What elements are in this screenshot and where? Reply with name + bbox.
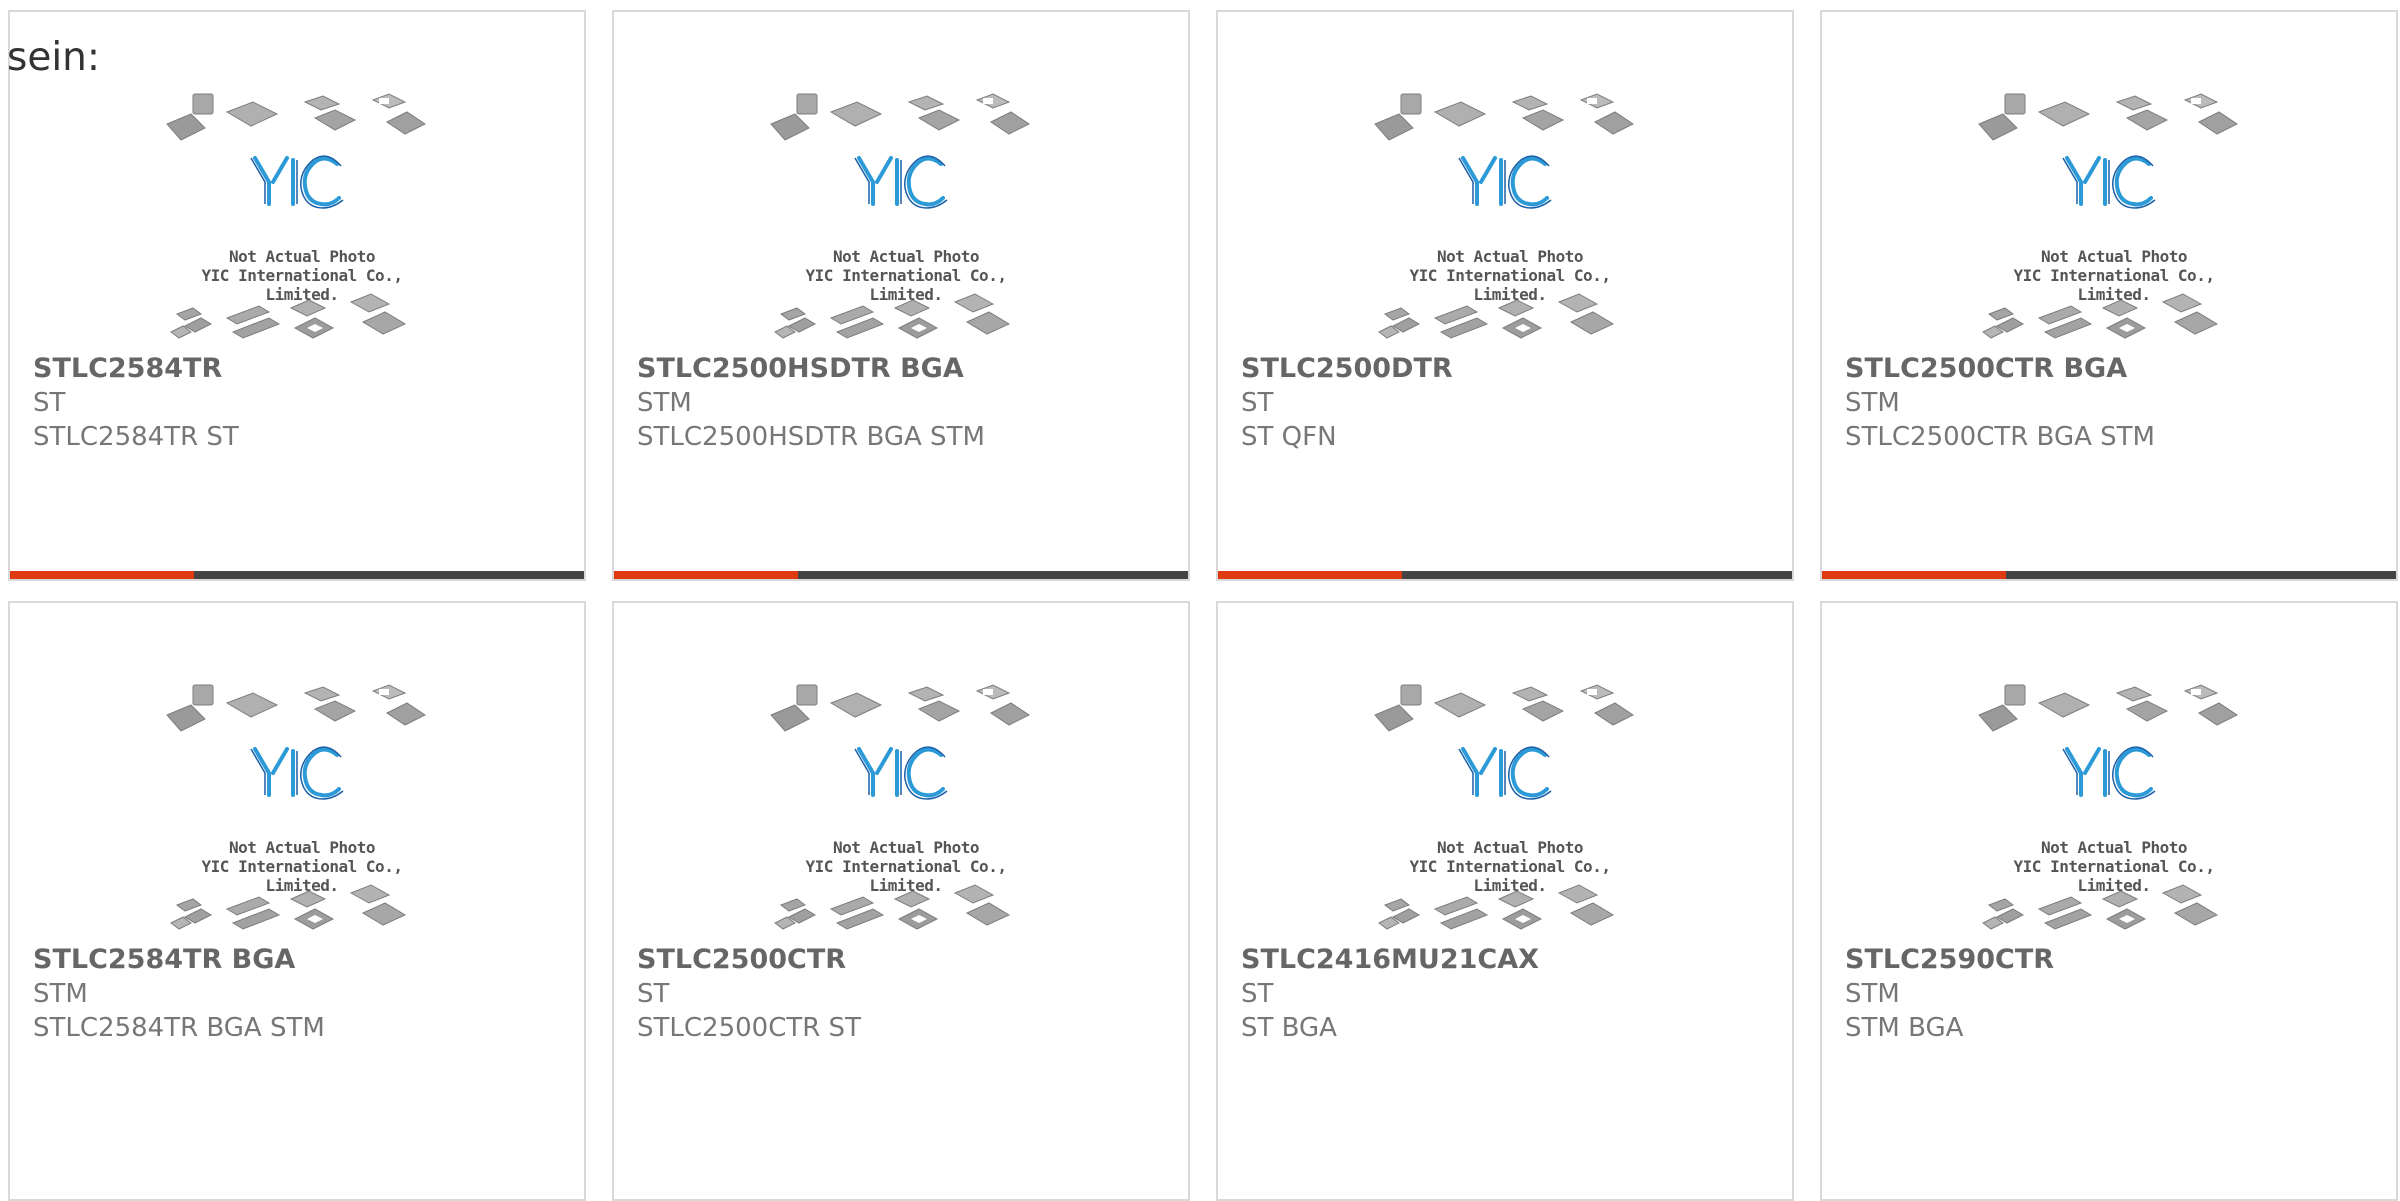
card-progress-bar (1218, 571, 1792, 579)
product-card[interactable]: Not Actual Photo YIC International Co., L… (1820, 10, 2398, 581)
photo-caption-line2: YIC International Co., Limited. (1409, 857, 1611, 895)
product-card[interactable]: Not Actual Photo YIC International Co., L… (1216, 10, 1794, 581)
yic-logo-icon (1374, 93, 1634, 339)
part-number-link[interactable]: STLC2500DTR (1241, 352, 1453, 386)
product-photo[interactable]: Not Actual Photo YIC International Co., L… (769, 92, 1043, 350)
product-grid: Not Actual Photo YIC International Co., L… (8, 10, 2398, 1201)
product-photo[interactable]: Not Actual Photo YIC International Co., L… (165, 683, 439, 941)
product-info: STLC2500CTR BGA STM STLC2500CTR BGA STM (1845, 352, 2155, 454)
yic-logo-icon (1978, 93, 2238, 339)
yic-logo-icon (770, 93, 1030, 339)
product-info: STLC2500HSDTR BGA STM STLC2500HSDTR BGA ST… (637, 352, 985, 454)
product-info: STLC2590CTR STM STM BGA (1845, 943, 2054, 1045)
photo-caption: Not Actual Photo YIC International Co., L… (1977, 247, 2251, 304)
part-number-link[interactable]: STLC2584TR (33, 352, 239, 386)
product-card[interactable]: Not Actual Photo YIC International Co., L… (1820, 601, 2398, 1201)
product-card[interactable]: Not Actual Photo YIC International Co., L… (612, 10, 1190, 581)
yic-logo-icon (1978, 684, 2238, 930)
brand-label: STM (33, 979, 88, 1009)
photo-caption: Not Actual Photo YIC International Co., L… (1977, 838, 2251, 895)
photo-caption: Not Actual Photo YIC International Co., L… (165, 247, 439, 304)
part-number-link[interactable]: STLC2416MU21CAX (1241, 943, 1539, 977)
brand-label: ST (1241, 979, 1274, 1009)
card-progress-fill (10, 571, 194, 579)
product-photo[interactable]: Not Actual Photo YIC International Co., L… (1373, 683, 1647, 941)
product-info: STLC2584TR ST STLC2584TR ST (33, 352, 239, 454)
product-photo[interactable]: Not Actual Photo YIC International Co., L… (165, 92, 439, 350)
part-number-link[interactable]: STLC2590CTR (1845, 943, 2054, 977)
product-description: STLC2500CTR ST (637, 1013, 861, 1043)
photo-caption-line2: YIC International Co., Limited. (2013, 857, 2215, 895)
product-description: STM BGA (1845, 1013, 1964, 1043)
photo-caption: Not Actual Photo YIC International Co., L… (769, 247, 1043, 304)
product-description: ST BGA (1241, 1013, 1337, 1043)
card-progress-fill (1218, 571, 1402, 579)
brand-label: STM (1845, 979, 1900, 1009)
product-description: ST QFN (1241, 422, 1337, 452)
product-description: STLC2500CTR BGA STM (1845, 422, 2155, 452)
part-number-link[interactable]: STLC2500HSDTR BGA (637, 352, 985, 386)
yic-logo-icon (166, 684, 426, 930)
product-info: STLC2500DTR ST ST QFN (1241, 352, 1453, 454)
card-progress-fill (614, 571, 798, 579)
product-card[interactable]: Not Actual Photo YIC International Co., L… (1216, 601, 1794, 1201)
product-card[interactable]: Not Actual Photo YIC International Co., L… (612, 601, 1190, 1201)
intro-text: sein: (7, 35, 101, 80)
product-photo[interactable]: Not Actual Photo YIC International Co., L… (1977, 92, 2251, 350)
brand-label: ST (33, 388, 66, 418)
product-info: STLC2416MU21CAX ST ST BGA (1241, 943, 1539, 1045)
part-number-link[interactable]: STLC2584TR BGA (33, 943, 325, 977)
photo-caption-line1: Not Actual Photo (2040, 247, 2188, 266)
product-info: STLC2500CTR ST STLC2500CTR ST (637, 943, 861, 1045)
photo-caption-line1: Not Actual Photo (2040, 838, 2188, 857)
brand-label: ST (637, 979, 670, 1009)
photo-caption: Not Actual Photo YIC International Co., L… (165, 838, 439, 895)
photo-caption-line1: Not Actual Photo (832, 838, 980, 857)
product-description: STLC2584TR ST (33, 422, 239, 452)
part-number-link[interactable]: STLC2500CTR (637, 943, 861, 977)
card-progress-fill (1822, 571, 2006, 579)
brand-label: ST (1241, 388, 1274, 418)
photo-caption-line1: Not Actual Photo (228, 838, 376, 857)
card-progress-bar (1822, 571, 2396, 579)
product-photo[interactable]: Not Actual Photo YIC International Co., L… (1977, 683, 2251, 941)
photo-caption-line1: Not Actual Photo (832, 247, 980, 266)
photo-caption-line2: YIC International Co., Limited. (201, 857, 403, 895)
card-progress-bar (10, 571, 584, 579)
photo-caption-line1: Not Actual Photo (228, 247, 376, 266)
photo-caption-line1: Not Actual Photo (1436, 838, 1584, 857)
brand-label: STM (637, 388, 692, 418)
photo-caption-line2: YIC International Co., Limited. (201, 266, 403, 304)
photo-caption: Not Actual Photo YIC International Co., L… (1373, 247, 1647, 304)
product-card[interactable]: Not Actual Photo YIC International Co., L… (8, 601, 586, 1201)
photo-caption: Not Actual Photo YIC International Co., L… (1373, 838, 1647, 895)
brand-label: STM (1845, 388, 1900, 418)
part-number-link[interactable]: STLC2500CTR BGA (1845, 352, 2155, 386)
photo-caption-line2: YIC International Co., Limited. (1409, 266, 1611, 304)
photo-caption-line2: YIC International Co., Limited. (805, 857, 1007, 895)
yic-logo-icon (770, 684, 1030, 930)
product-photo[interactable]: Not Actual Photo YIC International Co., L… (769, 683, 1043, 941)
product-description: STLC2500HSDTR BGA STM (637, 422, 985, 452)
product-photo[interactable]: Not Actual Photo YIC International Co., L… (1373, 92, 1647, 350)
product-card[interactable]: Not Actual Photo YIC International Co., L… (8, 10, 586, 581)
card-progress-bar (614, 571, 1188, 579)
photo-caption-line2: YIC International Co., Limited. (805, 266, 1007, 304)
photo-caption-line2: YIC International Co., Limited. (2013, 266, 2215, 304)
yic-logo-icon (1374, 684, 1634, 930)
photo-caption-line1: Not Actual Photo (1436, 247, 1584, 266)
yic-logo-icon (166, 93, 426, 339)
product-description: STLC2584TR BGA STM (33, 1013, 325, 1043)
product-info: STLC2584TR BGA STM STLC2584TR BGA STM (33, 943, 325, 1045)
photo-caption: Not Actual Photo YIC International Co., L… (769, 838, 1043, 895)
